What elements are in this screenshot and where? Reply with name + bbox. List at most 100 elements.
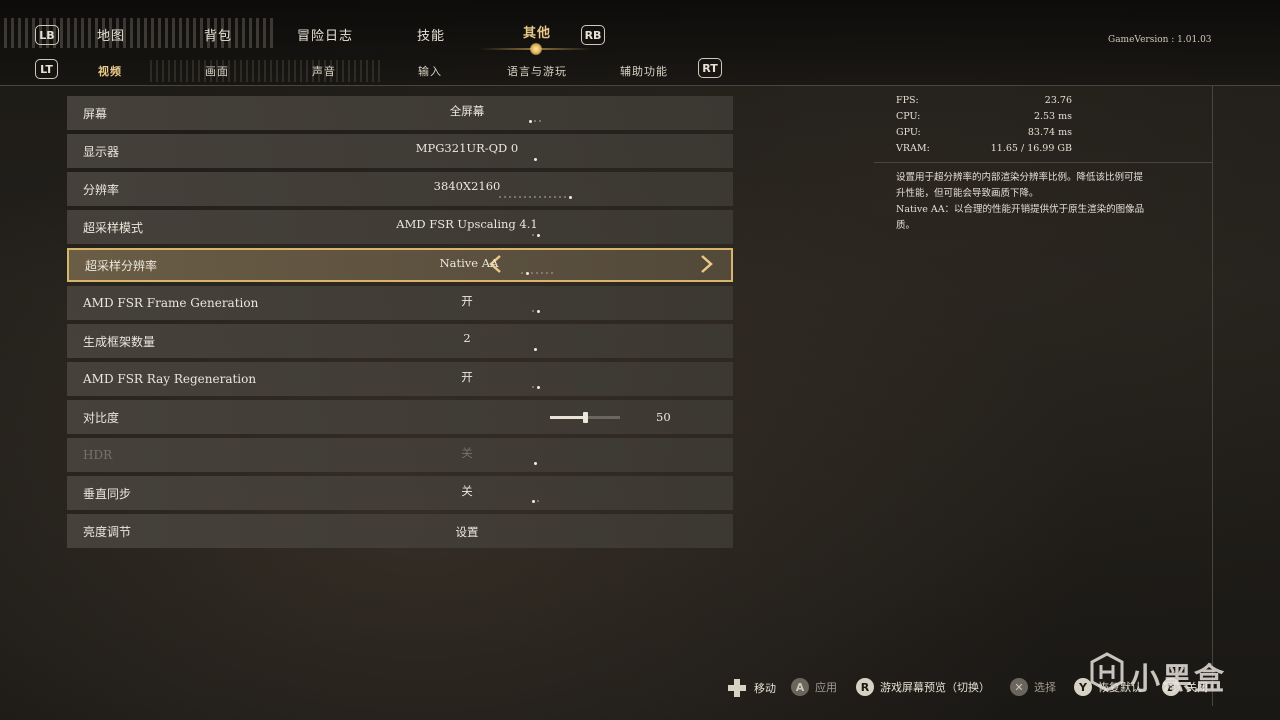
stat-value: 11.65 / 16.99 GB <box>990 143 1072 154</box>
stat-value: 2.53 ms <box>1033 111 1072 122</box>
slider-knob[interactable] <box>583 412 588 423</box>
contrast-slider[interactable] <box>550 412 620 423</box>
option-dot <box>534 120 536 122</box>
tab-other[interactable]: 其他 <box>523 22 551 41</box>
setting-row-upscaling-resolution[interactable]: 超采样分辨率 Native AA <box>67 248 733 282</box>
hint-label: 游戏屏幕预览（切换） <box>880 681 990 694</box>
tab-adventure-log[interactable]: 冒险日志 <box>297 25 353 44</box>
arrow-right-icon[interactable] <box>696 254 716 274</box>
game-logo-pattern-secondary <box>150 60 380 82</box>
setting-row-frame-generation[interactable]: AMD FSR Frame Generation 开 <box>67 286 733 320</box>
setting-label: AMD FSR Frame Generation <box>83 296 259 310</box>
subtab-graphics[interactable]: 画面 <box>205 63 229 79</box>
subtab-audio[interactable]: 声音 <box>312 63 336 79</box>
setting-label: 超采样模式 <box>83 220 144 235</box>
stat-key: CPU: <box>896 111 921 122</box>
setting-value: Native AA <box>439 256 499 270</box>
option-dot <box>531 310 534 312</box>
setting-row-brightness[interactable]: 亮度调节 设置 <box>67 514 733 548</box>
subtab-language-gameplay[interactable]: 语言与游玩 <box>507 63 567 79</box>
setting-label: 生成框架数量 <box>83 334 156 349</box>
game-version: GameVersion : 1.01.03 <box>1108 35 1212 45</box>
option-dot <box>524 196 526 198</box>
setting-row-upscaling-mode[interactable]: 超采样模式 AMD FSR Upscaling 4.1 <box>67 210 733 244</box>
stat-key: VRAM: <box>896 143 930 154</box>
option-dot <box>534 196 536 198</box>
setting-label: 屏幕 <box>83 106 108 121</box>
setting-value: 全屏幕 <box>449 104 485 118</box>
option-dot <box>544 196 546 198</box>
stat-key: FPS: <box>896 95 919 106</box>
rb-button[interactable]: RB <box>581 25 605 45</box>
setting-row-contrast[interactable]: 对比度 50 <box>67 400 733 434</box>
dpad-icon <box>728 679 746 697</box>
option-dot <box>541 272 543 274</box>
subtab-accessibility[interactable]: 辅助功能 <box>620 63 668 79</box>
lb-button[interactable]: LB <box>35 25 59 45</box>
active-tab-indicator <box>530 43 542 55</box>
slider-fill <box>550 416 585 419</box>
setting-value: 关 <box>461 446 473 460</box>
setting-label: 分辨率 <box>83 182 120 197</box>
hint-select[interactable]: ✕ 选择 <box>1010 678 1056 696</box>
option-dot <box>529 196 531 198</box>
tab-skills[interactable]: 技能 <box>417 25 445 44</box>
x-button-icon: ✕ <box>1010 678 1028 696</box>
option-dot <box>539 196 541 198</box>
tab-map[interactable]: 地图 <box>97 25 125 44</box>
hint-preview[interactable]: R 游戏屏幕预览（切换） <box>856 678 990 696</box>
setting-value: AMD FSR Upscaling 4.1 <box>396 217 538 231</box>
nav-divider <box>0 85 1280 86</box>
performance-stats: FPS: 23.76 CPU: 2.53 ms GPU: 83.74 ms VR… <box>896 95 1072 159</box>
option-dot <box>531 234 534 236</box>
setting-value: 3840X2160 <box>433 179 501 193</box>
setting-row-vsync[interactable]: 垂直同步 关 <box>67 476 733 510</box>
slider-value: 50 <box>656 410 671 424</box>
hint-label: 选择 <box>1034 681 1056 694</box>
stat-key: GPU: <box>896 127 921 138</box>
option-dot <box>539 120 541 122</box>
lt-button[interactable]: LT <box>35 59 58 79</box>
setting-value: 设置 <box>455 525 479 539</box>
setting-row-display[interactable]: 显示器 MPG321UR-QD 0 <box>67 134 733 168</box>
setting-row-screen[interactable]: 屏幕 全屏幕 <box>67 96 733 130</box>
option-dot <box>499 196 501 198</box>
setting-label: 显示器 <box>83 144 120 159</box>
right-stick-icon: R <box>856 678 874 696</box>
subtab-video[interactable]: 视频 <box>98 63 122 79</box>
settings-list: 屏幕 全屏幕 显示器 MPG321UR-QD 0 分辨率 3840X2160 超… <box>67 96 733 552</box>
a-button-icon: A <box>791 678 809 696</box>
setting-value: 关 <box>461 484 473 498</box>
option-dot <box>549 196 551 198</box>
option-dot <box>534 347 537 351</box>
rt-button[interactable]: RT <box>698 58 722 78</box>
stat-row: GPU: 83.74 ms <box>896 127 1072 143</box>
option-dot <box>534 157 537 161</box>
subtab-input[interactable]: 输入 <box>418 63 442 79</box>
xiaoheihe-logo-icon <box>1090 652 1124 692</box>
option-dot <box>536 272 538 274</box>
option-dot <box>559 196 561 198</box>
hint-apply[interactable]: A 应用 <box>791 678 837 696</box>
tab-inventory[interactable]: 背包 <box>204 25 232 44</box>
option-dot <box>564 196 566 198</box>
option-dot <box>531 386 534 388</box>
setting-value: 开 <box>461 370 473 384</box>
option-dot <box>554 196 556 198</box>
setting-label: 垂直同步 <box>83 486 132 501</box>
setting-label: 超采样分辨率 <box>85 258 158 273</box>
setting-value: MPG321UR-QD 0 <box>415 141 519 155</box>
panel-divider-vertical <box>1212 86 1213 706</box>
setting-row-resolution[interactable]: 分辨率 3840X2160 <box>67 172 733 206</box>
option-dot <box>514 196 516 198</box>
setting-row-ray-regeneration[interactable]: AMD FSR Ray Regeneration 开 <box>67 362 733 396</box>
option-dot <box>534 461 537 465</box>
description-line: 设置用于超分辨率的内部渲染分辨率比例。降低该比例可提 <box>896 172 1144 183</box>
option-dot <box>536 500 539 502</box>
setting-row-frame-count[interactable]: 生成框架数量 2 <box>67 324 733 358</box>
option-dot <box>519 196 521 198</box>
option-dot <box>569 195 572 199</box>
hint-move: 移动 <box>727 678 776 698</box>
setting-label: HDR <box>83 448 113 462</box>
option-dot <box>551 272 553 274</box>
